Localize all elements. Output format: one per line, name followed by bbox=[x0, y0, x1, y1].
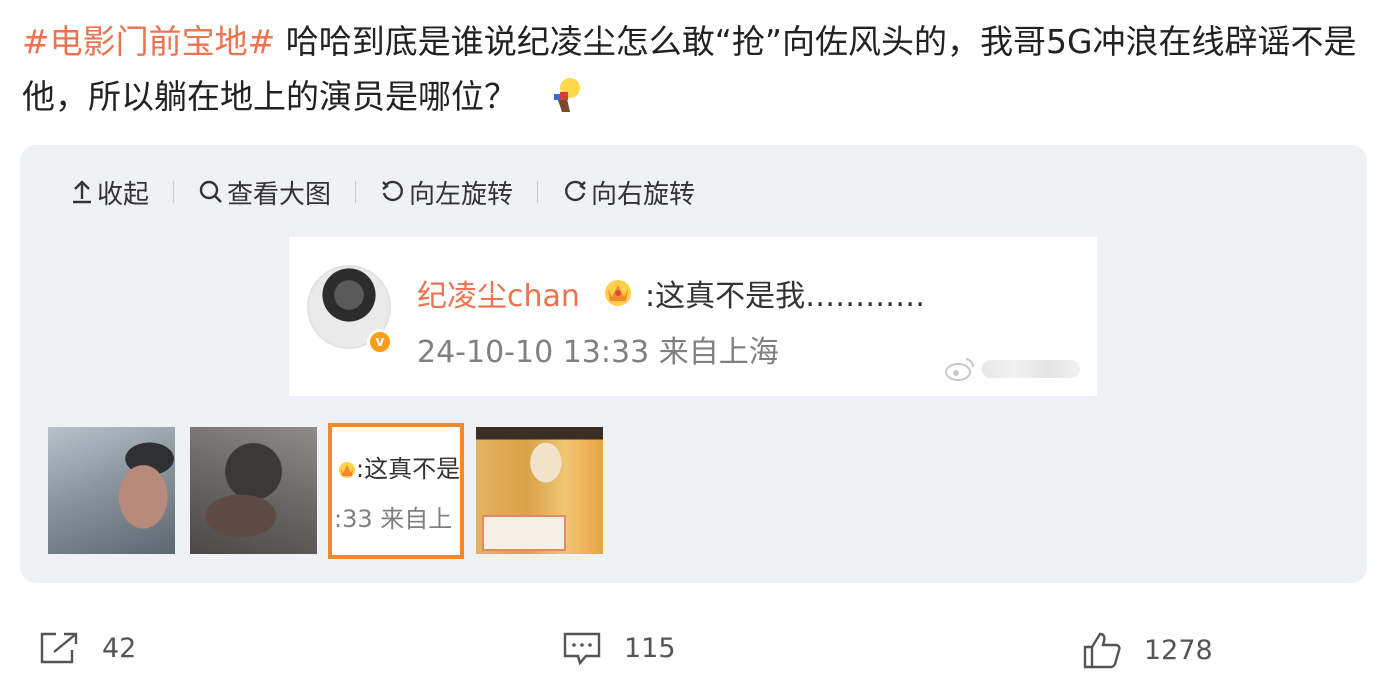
thumbnail-2[interactable] bbox=[190, 427, 317, 554]
collapse-label: 收起 bbox=[97, 179, 150, 210]
weibo-logo-icon bbox=[945, 358, 975, 381]
like-count: 1278 bbox=[1144, 634, 1213, 666]
image-toolbar: 收起 查看大图 向左旋转 向右旋转 bbox=[70, 174, 695, 211]
toolbar-divider bbox=[173, 181, 175, 203]
post-text: #电影门前宝地# 哈哈到底是谁说纪凌尘怎么敢“抢”向佐风头的，我哥5G冲浪在线辟… bbox=[22, 14, 1372, 124]
share-count: 42 bbox=[102, 632, 137, 664]
rotate-left-button[interactable]: 向左旋转 bbox=[380, 174, 513, 211]
toolbar-divider bbox=[537, 181, 539, 203]
comment-count: 115 bbox=[624, 632, 676, 664]
crown-icon bbox=[339, 462, 355, 478]
watermark bbox=[944, 352, 1084, 386]
comment-meta: 24-10-10 13:33 来自上海 bbox=[417, 335, 779, 370]
comment-icon bbox=[563, 632, 601, 666]
thumbnail-4[interactable] bbox=[476, 427, 603, 554]
comment-message: :这真不是我………… bbox=[645, 279, 926, 314]
crown-icon bbox=[605, 280, 631, 306]
rotate-left-icon bbox=[382, 180, 403, 202]
action-bar: 42 115 1278 bbox=[0, 630, 1386, 686]
rotate-right-icon bbox=[565, 180, 586, 202]
rotate-left-label: 向左旋转 bbox=[409, 179, 514, 210]
rotate-right-button[interactable]: 向右旋转 bbox=[562, 174, 695, 211]
collapse-button[interactable]: 收起 bbox=[70, 174, 149, 211]
topic-link[interactable]: #电影门前宝地# bbox=[22, 22, 275, 61]
bulb-emoji bbox=[548, 76, 584, 116]
large-image[interactable]: v 纪凌尘chan :这真不是我………… 24-10-10 13:33 来自上海 bbox=[289, 237, 1097, 396]
comment-button[interactable]: 115 bbox=[562, 630, 676, 666]
toolbar-divider bbox=[355, 181, 357, 203]
magnifier-icon bbox=[199, 180, 222, 203]
view-large-label: 查看大图 bbox=[227, 179, 332, 210]
media-box: 收起 查看大图 向左旋转 向右旋转 v 纪凌尘chan:这真不是我………… 2… bbox=[20, 145, 1367, 583]
rotate-right-label: 向右旋转 bbox=[591, 179, 696, 210]
watermark-text-blurred bbox=[982, 360, 1080, 378]
view-large-button[interactable]: 查看大图 bbox=[198, 174, 331, 211]
thumb3-text-2: :33 来自上 bbox=[334, 505, 453, 533]
verified-icon: v bbox=[367, 329, 393, 355]
thumb3-text-1: :这真不是 bbox=[356, 455, 461, 483]
share-button[interactable]: 42 bbox=[38, 630, 136, 666]
like-icon bbox=[1083, 632, 1121, 669]
like-button[interactable]: 1278 bbox=[1082, 630, 1213, 670]
collapse-up-icon bbox=[73, 180, 91, 204]
thumbnail-3-selected[interactable]: :这真不是 :33 来自上 bbox=[328, 423, 464, 559]
comment-username: 纪凌尘chan bbox=[417, 279, 580, 314]
thumbnail-1[interactable] bbox=[48, 427, 175, 554]
share-icon bbox=[40, 632, 78, 664]
